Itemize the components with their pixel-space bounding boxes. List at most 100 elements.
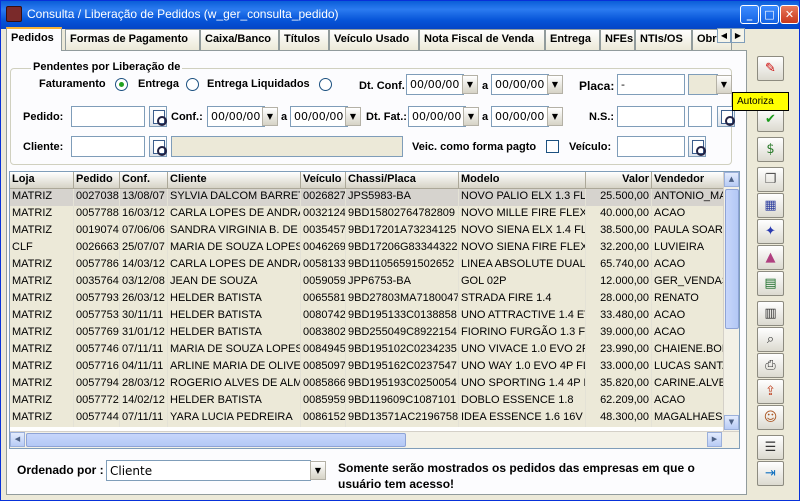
faturamento-radio[interactable] [115,78,128,91]
placa-uf-field[interactable] [688,74,718,95]
table-row[interactable]: MATRIZ 0057788 16/03/12 CARLA LOPES DE ANDR… [10,206,724,223]
placa-input[interactable]: - [617,74,685,95]
cell-pedido: 0057772 [74,393,120,410]
users-icon[interactable]: ☺ [757,405,784,430]
export-icon[interactable]: ⇪ [757,379,784,404]
spreadsheet-icon[interactable]: ▤ [757,271,784,296]
maximize-button[interactable]: □ [760,5,779,24]
scroll-right-icon[interactable]: ▶ [707,432,722,447]
cell-valor: 48.300,00 [586,410,652,427]
grid-icon[interactable]: ▦ [757,193,784,218]
tab-entrega[interactable]: Entrega [545,29,600,50]
table-row[interactable]: CLF 0026663 25/07/07 MARIA DE SOUZA LOPES 00… [10,240,724,257]
horizontal-scroll-thumb[interactable] [26,433,406,447]
conf-to-dropdown-icon[interactable]: ▼ [345,107,361,126]
a-label-2: a [281,111,288,123]
table-row[interactable]: MATRIZ 0057746 07/11/11 MARIA DE SOUZA LOPE… [10,342,724,359]
horizontal-scrollbar[interactable]: ◀ ▶ [10,431,739,448]
exit-icon[interactable]: ⇥ [757,461,784,486]
grid-header: Loja Pedido Conf. Cliente Veículo Chassi… [10,172,724,189]
tab-titulos[interactable]: Títulos [279,29,329,50]
col-chassi-placa[interactable]: Chassi/Placa [346,172,459,189]
col-cliente[interactable]: Cliente [168,172,301,189]
placa-dropdown-icon[interactable]: ▼ [716,75,732,94]
dt-fat-from-dropdown-icon[interactable]: ▼ [463,107,479,126]
dt-conf-from-input[interactable]: 00/00/00 [406,74,464,95]
conf-from-dropdown-icon[interactable]: ▼ [262,107,278,126]
runner-icon[interactable]: ✦ [757,219,784,244]
table-row[interactable]: MATRIZ 0027038 13/08/07 SYLVIA DALCOM BARRE… [10,189,724,206]
copy-icon[interactable]: ❐ [757,167,784,192]
chart-icon[interactable]: ▲ [757,245,784,270]
cell-loja: MATRIZ [10,206,74,223]
tab-nota-fiscal-de-venda[interactable]: Nota Fiscal de Venda [419,29,545,50]
preview-icon[interactable]: ⌕ [757,327,784,352]
entrega-radio[interactable] [186,78,199,91]
cell-valor: 40.000,00 [586,206,652,223]
scroll-left-icon[interactable]: ◀ [10,432,25,447]
cliente-code-input[interactable] [71,136,145,157]
table-row[interactable]: MATRIZ 0019074 07/06/06 SANDRA VIRGINIA B. … [10,223,724,240]
dt-fat-to-input[interactable]: 00/00/00 [491,106,549,127]
dt-conf-to-dropdown-icon[interactable]: ▼ [547,75,563,94]
col-vendedor[interactable]: Vendedor [652,172,724,189]
col-loja[interactable]: Loja [10,172,74,189]
cliente-lookup-icon[interactable] [149,136,167,157]
table-row[interactable]: MATRIZ 0057793 26/03/12 HELDER BATISTA 00655… [10,291,724,308]
tab-scroll-left-icon[interactable]: ◀ [717,28,731,43]
table-row[interactable]: MATRIZ 0057772 14/02/12 HELDER BATISTA 00859… [10,393,724,410]
order-by-dropdown-icon[interactable]: ▼ [310,461,326,480]
veic-pagto-checkbox[interactable] [546,140,559,153]
col-veiculo[interactable]: Veículo [301,172,346,189]
scroll-down-icon[interactable]: ▼ [724,415,739,430]
tab-caixa-banco[interactable]: Caixa/Banco [200,29,279,50]
cell-loja: MATRIZ [10,223,74,240]
table-row[interactable]: MATRIZ 0057769 31/01/12 HELDER BATISTA 00838… [10,325,724,342]
cell-pedido: 0057746 [74,342,120,359]
list-icon[interactable]: ☰ [757,435,784,460]
tab-veiculo-usado[interactable]: Veículo Usado [329,29,419,50]
cell-loja: MATRIZ [10,325,74,342]
tab-formas-de-pagamento[interactable]: Formas de Pagamento [65,29,200,50]
dt-conf-from-dropdown-icon[interactable]: ▼ [462,75,478,94]
dt-conf-to-input[interactable]: 00/00/00 [491,74,549,95]
conf-from-input[interactable]: 00/00/00 [207,106,265,127]
edit-icon[interactable]: ✎ [757,56,784,81]
pedido-input[interactable] [71,106,145,127]
col-valor[interactable]: Valor [586,172,652,189]
table-row[interactable]: MATRIZ 0057716 04/11/11 ARLINE MARIA DE OLI… [10,359,724,376]
vertical-scrollbar[interactable]: ▲ ▼ [723,172,739,432]
close-button[interactable]: ✕ [780,5,799,24]
calculator-icon[interactable]: ▥ [757,301,784,326]
veiculo-lookup-icon[interactable] [688,136,706,157]
ns-extra-input[interactable] [688,106,712,127]
table-row[interactable]: MATRIZ 0057786 14/03/12 CARLA LOPES DE ANDR… [10,257,724,274]
cell-cliente: SANDRA VIRGINIA B. DE C [168,223,301,240]
scroll-up-icon[interactable]: ▲ [724,172,739,187]
table-row[interactable]: MATRIZ 0057753 30/11/11 HELDER BATISTA 00807… [10,308,724,325]
table-row[interactable]: MATRIZ 0057794 28/03/12 ROGERIO ALVES DE AL… [10,376,724,393]
tab-pedidos[interactable]: Pedidos [6,27,62,51]
cell-modelo: DOBLO ESSENCE 1.8 [459,393,586,410]
cell-veiculo: 0059059 [301,274,346,291]
tab-scroll-right-icon[interactable]: ▶ [731,28,745,43]
dt-fat-to-dropdown-icon[interactable]: ▼ [547,107,563,126]
print-icon[interactable]: ⎙ [757,353,784,378]
pedido-lookup-icon[interactable] [149,106,167,127]
tab-nfes[interactable]: NFEs [600,29,635,50]
minimize-button[interactable]: _ [740,5,759,24]
dt-fat-from-input[interactable]: 00/00/00 [408,106,466,127]
veiculo-input[interactable] [617,136,685,157]
table-row[interactable]: MATRIZ 0057744 07/11/11 YARA LUCIA PEDREIRA… [10,410,724,427]
vertical-scroll-thumb[interactable] [725,189,739,329]
ns-input[interactable] [617,106,685,127]
order-by-select[interactable]: Cliente [106,460,311,481]
table-row[interactable]: MATRIZ 0035764 03/12/08 JEAN DE SOUZA 005905… [10,274,724,291]
conf-to-input[interactable]: 00/00/00 [290,106,348,127]
col-modelo[interactable]: Modelo [459,172,586,189]
entrega-liquidados-radio[interactable] [319,78,332,91]
col-conf[interactable]: Conf. [120,172,168,189]
tab-ntis-os[interactable]: NTIs/OS [635,29,692,50]
col-pedido[interactable]: Pedido [74,172,120,189]
money-bag-icon[interactable]: $ [757,137,784,162]
